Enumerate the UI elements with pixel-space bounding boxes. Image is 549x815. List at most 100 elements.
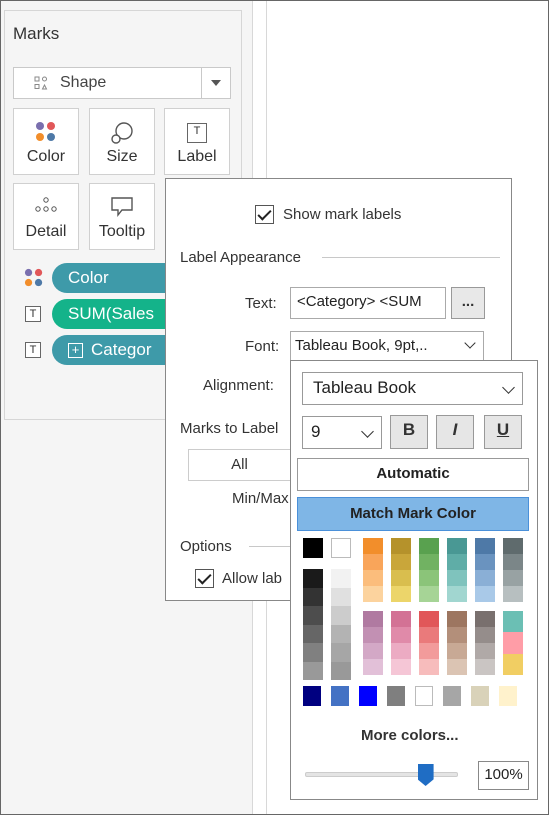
color-swatch[interactable] xyxy=(447,538,467,554)
sales-pill[interactable]: SUM(Sales xyxy=(52,299,182,329)
color-swatch[interactable] xyxy=(363,611,383,627)
color-swatch[interactable] xyxy=(331,538,351,558)
color-swatch[interactable] xyxy=(475,570,495,586)
color-swatch[interactable] xyxy=(443,686,461,706)
font-family-dropdown[interactable]: Tableau Book xyxy=(302,372,523,405)
allow-labels-overlap-checkbox[interactable] xyxy=(195,569,214,588)
color-swatch[interactable] xyxy=(475,586,495,602)
edit-label-text-button[interactable]: ... xyxy=(451,287,485,319)
color-swatch[interactable] xyxy=(447,627,467,643)
automatic-color-button[interactable]: Automatic xyxy=(297,458,529,491)
color-swatch[interactable] xyxy=(447,643,467,659)
color-swatch[interactable] xyxy=(475,659,495,675)
color-swatch[interactable] xyxy=(363,586,383,602)
color-swatch[interactable] xyxy=(419,659,439,675)
color-swatch[interactable] xyxy=(419,643,439,659)
color-swatch[interactable] xyxy=(303,538,323,558)
font-size-dropdown[interactable]: 9 xyxy=(302,416,382,449)
match-mark-color-button[interactable]: Match Mark Color xyxy=(297,497,529,531)
color-swatch[interactable] xyxy=(503,538,523,554)
bold-button[interactable]: B xyxy=(390,415,428,449)
color-swatch[interactable] xyxy=(391,586,411,602)
color-swatch[interactable] xyxy=(391,611,411,627)
color-swatch[interactable] xyxy=(363,627,383,643)
label-text-field[interactable]: <Category> <SUM xyxy=(290,287,446,319)
color-swatch[interactable] xyxy=(391,627,411,643)
color-swatch[interactable] xyxy=(447,554,467,570)
color-swatch[interactable] xyxy=(503,632,523,654)
color-swatch[interactable] xyxy=(503,554,523,570)
font-dropdown[interactable]: Tableau Book, 9pt,.. xyxy=(290,331,484,361)
mark-type-dropdown[interactable]: Shape xyxy=(13,67,231,99)
label-all-button[interactable]: All xyxy=(188,449,290,481)
color-swatch[interactable] xyxy=(475,554,495,570)
color-swatch[interactable] xyxy=(419,538,439,554)
color-swatch[interactable] xyxy=(363,570,383,586)
color-swatch[interactable] xyxy=(303,686,321,706)
color-button[interactable]: Color xyxy=(13,108,79,175)
color-pill[interactable]: Color xyxy=(52,263,182,293)
color-swatch[interactable] xyxy=(419,554,439,570)
opacity-value-field[interactable]: 100% xyxy=(478,761,529,790)
color-swatch[interactable] xyxy=(331,643,351,662)
color-button-label: Color xyxy=(26,148,66,165)
color-swatch[interactable] xyxy=(331,606,351,625)
color-swatch[interactable] xyxy=(503,653,523,675)
color-swatch[interactable] xyxy=(419,570,439,586)
opacity-slider-track[interactable] xyxy=(305,772,458,777)
color-swatch[interactable] xyxy=(419,611,439,627)
color-swatch[interactable] xyxy=(447,611,467,627)
size-button[interactable]: Size xyxy=(89,108,155,175)
color-swatch[interactable] xyxy=(475,538,495,554)
color-swatch[interactable] xyxy=(447,586,467,602)
color-swatch[interactable] xyxy=(303,569,323,588)
color-swatch[interactable] xyxy=(303,606,323,625)
expand-plus-icon[interactable]: + xyxy=(68,343,83,358)
color-swatch[interactable] xyxy=(331,587,351,606)
category-pill[interactable]: + Categor xyxy=(52,335,182,365)
color-swatch[interactable] xyxy=(475,643,495,659)
color-swatch[interactable] xyxy=(391,570,411,586)
color-swatch[interactable] xyxy=(391,643,411,659)
color-swatch[interactable] xyxy=(303,643,323,662)
label-button[interactable]: T Label xyxy=(164,108,230,175)
min-max-option[interactable]: Min/Max xyxy=(232,490,290,507)
color-dots-icon xyxy=(36,122,55,141)
color-swatch[interactable] xyxy=(363,554,383,570)
color-swatch[interactable] xyxy=(447,659,467,675)
color-swatch[interactable] xyxy=(419,627,439,643)
color-swatch[interactable] xyxy=(415,686,433,706)
chevron-down-icon[interactable] xyxy=(201,68,230,98)
color-swatch[interactable] xyxy=(503,611,523,633)
color-swatch[interactable] xyxy=(447,570,467,586)
color-swatch[interactable] xyxy=(475,611,495,627)
color-swatch[interactable] xyxy=(363,643,383,659)
detail-button[interactable]: Detail xyxy=(13,183,79,250)
color-swatch[interactable] xyxy=(363,538,383,554)
color-swatch[interactable] xyxy=(471,686,489,706)
color-swatch[interactable] xyxy=(359,686,377,706)
color-swatch[interactable] xyxy=(391,554,411,570)
color-swatch[interactable] xyxy=(331,686,349,706)
underline-button[interactable]: U xyxy=(484,415,522,449)
color-swatch[interactable] xyxy=(303,624,323,643)
tooltip-button[interactable]: Tooltip xyxy=(89,183,155,250)
color-swatch[interactable] xyxy=(363,659,383,675)
italic-button[interactable]: I xyxy=(436,415,474,449)
color-swatch[interactable] xyxy=(391,538,411,554)
color-swatch[interactable] xyxy=(387,686,405,706)
color-swatch[interactable] xyxy=(503,570,523,586)
color-swatch[interactable] xyxy=(331,569,351,588)
more-colors-link[interactable]: More colors... xyxy=(361,727,459,744)
color-swatch[interactable] xyxy=(303,587,323,606)
color-swatch[interactable] xyxy=(499,686,517,706)
color-swatch[interactable] xyxy=(331,624,351,643)
show-mark-labels-checkbox[interactable] xyxy=(255,205,274,224)
color-swatch[interactable] xyxy=(503,586,523,602)
color-swatch[interactable] xyxy=(419,586,439,602)
color-swatch[interactable] xyxy=(391,659,411,675)
color-swatch[interactable] xyxy=(331,661,351,680)
show-mark-labels-text: Show mark labels xyxy=(283,206,402,223)
color-swatch[interactable] xyxy=(475,627,495,643)
color-swatch[interactable] xyxy=(303,661,323,680)
